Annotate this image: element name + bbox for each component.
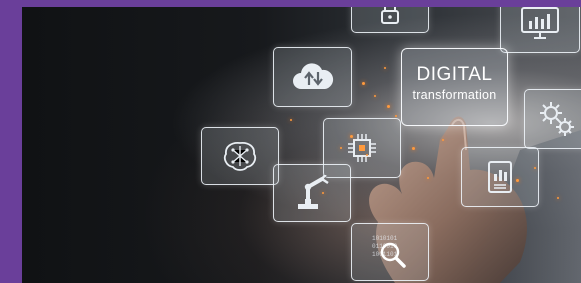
- document-chart-icon: [488, 161, 512, 193]
- binary-magnifier-icon: 1010101 0110010 1001101: [372, 235, 406, 268]
- monitor-chart-tile: [500, 7, 580, 53]
- binary-magnifier-tile: 1010101 0110010 1001101: [351, 223, 429, 281]
- lock-icon: [381, 7, 399, 24]
- purple-frame-top: [0, 0, 581, 7]
- svg-text:1010101: 1010101: [372, 235, 398, 242]
- digital-transformation-photo: DIGITAL transformation 1010101 0110010 1…: [22, 7, 581, 283]
- circuit-brain-tile: [201, 127, 279, 185]
- digital-transformation-tile: DIGITAL transformation: [401, 48, 508, 126]
- digital-subtitle: transformation: [412, 88, 497, 102]
- cloud-upload-download-icon: [292, 63, 333, 89]
- robot-arm-icon: [298, 175, 329, 209]
- gears-tile: [524, 89, 581, 149]
- gears-icon: [540, 102, 574, 136]
- digital-title: DIGITAL: [416, 64, 493, 85]
- cloud-tile: [273, 47, 352, 107]
- lock-tile: [351, 7, 429, 33]
- document-chart-tile: [461, 147, 539, 207]
- purple-frame-left: [0, 0, 22, 283]
- robot-arm-tile: [273, 164, 351, 222]
- circuit-brain-icon: [223, 141, 257, 171]
- monitor-chart-icon: [521, 7, 559, 39]
